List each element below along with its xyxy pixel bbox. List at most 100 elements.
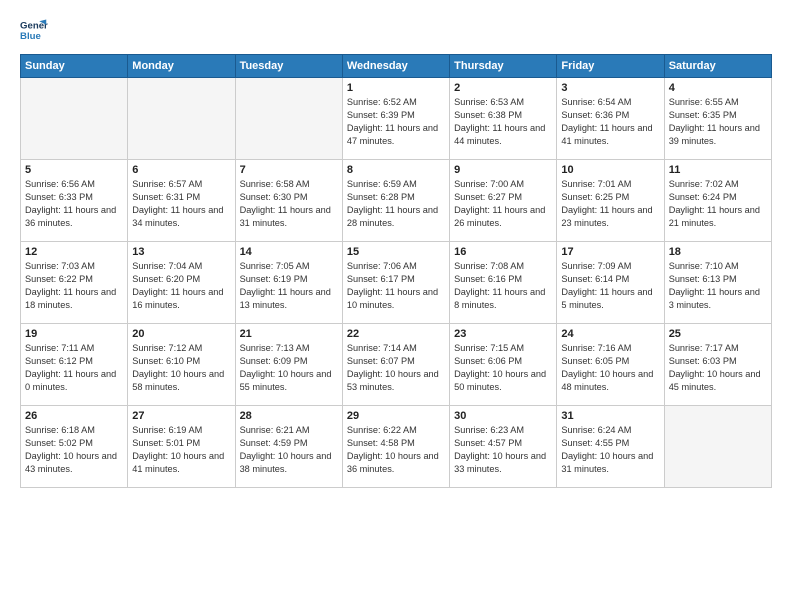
calendar-cell: 7 Sunrise: 6:58 AMSunset: 6:30 PMDaylight… bbox=[235, 160, 342, 242]
day-info: Sunrise: 6:53 AMSunset: 6:38 PMDaylight:… bbox=[454, 96, 552, 148]
calendar-cell: 5 Sunrise: 6:56 AMSunset: 6:33 PMDaylight… bbox=[21, 160, 128, 242]
day-info: Sunrise: 6:59 AMSunset: 6:28 PMDaylight:… bbox=[347, 178, 445, 230]
header: General Blue bbox=[20, 16, 772, 44]
weekday-header-sunday: Sunday bbox=[21, 55, 128, 78]
day-info: Sunrise: 7:15 AMSunset: 6:06 PMDaylight:… bbox=[454, 342, 552, 394]
day-number: 7 bbox=[240, 164, 338, 176]
calendar-cell bbox=[664, 406, 771, 488]
calendar-cell: 21Sunrise: 7:13 AMSunset: 6:09 PMDayligh… bbox=[235, 324, 342, 406]
calendar-cell: 19 Sunrise: 7:11 AMSunset: 6:12 PMDayligh… bbox=[21, 324, 128, 406]
calendar-cell: 28 Sunrise: 6:21 AMSunset: 4:59 PMDayligh… bbox=[235, 406, 342, 488]
day-info: Sunrise: 6:54 AMSunset: 6:36 PMDaylight:… bbox=[561, 96, 659, 148]
day-number: 17 bbox=[561, 246, 659, 258]
day-info: Sunrise: 6:55 AMSunset: 6:35 PMDaylight:… bbox=[669, 96, 767, 148]
calendar-cell: 8 Sunrise: 6:59 AMSunset: 6:28 PMDaylight… bbox=[342, 160, 449, 242]
calendar-cell bbox=[235, 78, 342, 160]
day-number: 3 bbox=[561, 82, 659, 94]
day-number: 20 bbox=[132, 328, 230, 340]
day-info: Sunrise: 7:11 AMSunset: 6:12 PMDaylight:… bbox=[25, 342, 123, 394]
day-info: Sunrise: 7:05 AMSunset: 6:19 PMDaylight:… bbox=[240, 260, 338, 312]
logo-icon: General Blue bbox=[20, 16, 48, 44]
calendar-cell: 13 Sunrise: 7:04 AMSunset: 6:20 PMDayligh… bbox=[128, 242, 235, 324]
day-number: 1 bbox=[347, 82, 445, 94]
calendar-cell: 16 Sunrise: 7:08 AMSunset: 6:16 PMDayligh… bbox=[450, 242, 557, 324]
day-number: 28 bbox=[240, 410, 338, 422]
day-number: 22 bbox=[347, 328, 445, 340]
day-number: 4 bbox=[669, 82, 767, 94]
day-info: Sunrise: 7:08 AMSunset: 6:16 PMDaylight:… bbox=[454, 260, 552, 312]
day-number: 16 bbox=[454, 246, 552, 258]
calendar-cell: 6 Sunrise: 6:57 AMSunset: 6:31 PMDaylight… bbox=[128, 160, 235, 242]
calendar-cell: 24Sunrise: 7:16 AMSunset: 6:05 PMDayligh… bbox=[557, 324, 664, 406]
day-number: 14 bbox=[240, 246, 338, 258]
weekday-header-wednesday: Wednesday bbox=[342, 55, 449, 78]
day-number: 10 bbox=[561, 164, 659, 176]
calendar-cell: 22 Sunrise: 7:14 AMSunset: 6:07 PMDayligh… bbox=[342, 324, 449, 406]
calendar-cell: 31 Sunrise: 6:24 AMSunset: 4:55 PMDayligh… bbox=[557, 406, 664, 488]
day-info: Sunrise: 6:52 AMSunset: 6:39 PMDaylight:… bbox=[347, 96, 445, 148]
day-number: 6 bbox=[132, 164, 230, 176]
day-info: Sunrise: 7:17 AMSunset: 6:03 PMDaylight:… bbox=[669, 342, 767, 394]
weekday-header-thursday: Thursday bbox=[450, 55, 557, 78]
calendar-cell: 10 Sunrise: 7:01 AMSunset: 6:25 PMDayligh… bbox=[557, 160, 664, 242]
day-number: 24 bbox=[561, 328, 659, 340]
day-number: 30 bbox=[454, 410, 552, 422]
calendar-cell: 20 Sunrise: 7:12 AMSunset: 6:10 PMDayligh… bbox=[128, 324, 235, 406]
day-info: Sunrise: 7:13 AMSunset: 6:09 PMDaylight:… bbox=[240, 342, 338, 394]
calendar-cell: 30 Sunrise: 6:23 AMSunset: 4:57 PMDayligh… bbox=[450, 406, 557, 488]
day-number: 26 bbox=[25, 410, 123, 422]
day-number: 8 bbox=[347, 164, 445, 176]
calendar-cell: 27Sunrise: 6:19 AMSunset: 5:01 PMDayligh… bbox=[128, 406, 235, 488]
day-number: 15 bbox=[347, 246, 445, 258]
week-row-3: 12Sunrise: 7:03 AMSunset: 6:22 PMDayligh… bbox=[21, 242, 772, 324]
week-row-5: 26Sunrise: 6:18 AMSunset: 5:02 PMDayligh… bbox=[21, 406, 772, 488]
calendar-cell bbox=[128, 78, 235, 160]
day-info: Sunrise: 7:00 AMSunset: 6:27 PMDaylight:… bbox=[454, 178, 552, 230]
calendar-cell: 17 Sunrise: 7:09 AMSunset: 6:14 PMDayligh… bbox=[557, 242, 664, 324]
calendar-cell: 2 Sunrise: 6:53 AMSunset: 6:38 PMDaylight… bbox=[450, 78, 557, 160]
weekday-header-monday: Monday bbox=[128, 55, 235, 78]
day-number: 25 bbox=[669, 328, 767, 340]
day-number: 5 bbox=[25, 164, 123, 176]
day-number: 11 bbox=[669, 164, 767, 176]
day-info: Sunrise: 7:02 AMSunset: 6:24 PMDaylight:… bbox=[669, 178, 767, 230]
day-info: Sunrise: 7:10 AMSunset: 6:13 PMDaylight:… bbox=[669, 260, 767, 312]
day-number: 13 bbox=[132, 246, 230, 258]
calendar-cell: 4 Sunrise: 6:55 AMSunset: 6:35 PMDaylight… bbox=[664, 78, 771, 160]
calendar-cell: 12Sunrise: 7:03 AMSunset: 6:22 PMDayligh… bbox=[21, 242, 128, 324]
calendar-cell: 15Sunrise: 7:06 AMSunset: 6:17 PMDayligh… bbox=[342, 242, 449, 324]
day-info: Sunrise: 7:01 AMSunset: 6:25 PMDaylight:… bbox=[561, 178, 659, 230]
page: General Blue SundayMondayTuesdayWednesda… bbox=[0, 0, 792, 612]
day-info: Sunrise: 7:09 AMSunset: 6:14 PMDaylight:… bbox=[561, 260, 659, 312]
day-number: 29 bbox=[347, 410, 445, 422]
week-row-1: 1 Sunrise: 6:52 AMSunset: 6:39 PMDaylight… bbox=[21, 78, 772, 160]
weekday-header-saturday: Saturday bbox=[664, 55, 771, 78]
week-row-2: 5 Sunrise: 6:56 AMSunset: 6:33 PMDaylight… bbox=[21, 160, 772, 242]
calendar-cell: 3 Sunrise: 6:54 AMSunset: 6:36 PMDaylight… bbox=[557, 78, 664, 160]
day-info: Sunrise: 6:57 AMSunset: 6:31 PMDaylight:… bbox=[132, 178, 230, 230]
calendar-cell: 23Sunrise: 7:15 AMSunset: 6:06 PMDayligh… bbox=[450, 324, 557, 406]
svg-text:Blue: Blue bbox=[20, 31, 41, 42]
calendar-table: SundayMondayTuesdayWednesdayThursdayFrid… bbox=[20, 54, 772, 488]
day-info: Sunrise: 7:12 AMSunset: 6:10 PMDaylight:… bbox=[132, 342, 230, 394]
calendar-cell bbox=[21, 78, 128, 160]
week-row-4: 19 Sunrise: 7:11 AMSunset: 6:12 PMDayligh… bbox=[21, 324, 772, 406]
calendar-cell: 26Sunrise: 6:18 AMSunset: 5:02 PMDayligh… bbox=[21, 406, 128, 488]
day-number: 2 bbox=[454, 82, 552, 94]
day-number: 12 bbox=[25, 246, 123, 258]
calendar-cell: 18Sunrise: 7:10 AMSunset: 6:13 PMDayligh… bbox=[664, 242, 771, 324]
day-info: Sunrise: 6:58 AMSunset: 6:30 PMDaylight:… bbox=[240, 178, 338, 230]
day-info: Sunrise: 7:14 AMSunset: 6:07 PMDaylight:… bbox=[347, 342, 445, 394]
day-number: 31 bbox=[561, 410, 659, 422]
calendar-cell: 1 Sunrise: 6:52 AMSunset: 6:39 PMDaylight… bbox=[342, 78, 449, 160]
calendar-cell: 9 Sunrise: 7:00 AMSunset: 6:27 PMDaylight… bbox=[450, 160, 557, 242]
day-info: Sunrise: 7:04 AMSunset: 6:20 PMDaylight:… bbox=[132, 260, 230, 312]
day-number: 19 bbox=[25, 328, 123, 340]
day-number: 27 bbox=[132, 410, 230, 422]
day-info: Sunrise: 6:56 AMSunset: 6:33 PMDaylight:… bbox=[25, 178, 123, 230]
day-info: Sunrise: 6:23 AMSunset: 4:57 PMDaylight:… bbox=[454, 424, 552, 476]
day-number: 9 bbox=[454, 164, 552, 176]
day-info: Sunrise: 6:22 AMSunset: 4:58 PMDaylight:… bbox=[347, 424, 445, 476]
day-info: Sunrise: 6:24 AMSunset: 4:55 PMDaylight:… bbox=[561, 424, 659, 476]
day-info: Sunrise: 6:21 AMSunset: 4:59 PMDaylight:… bbox=[240, 424, 338, 476]
